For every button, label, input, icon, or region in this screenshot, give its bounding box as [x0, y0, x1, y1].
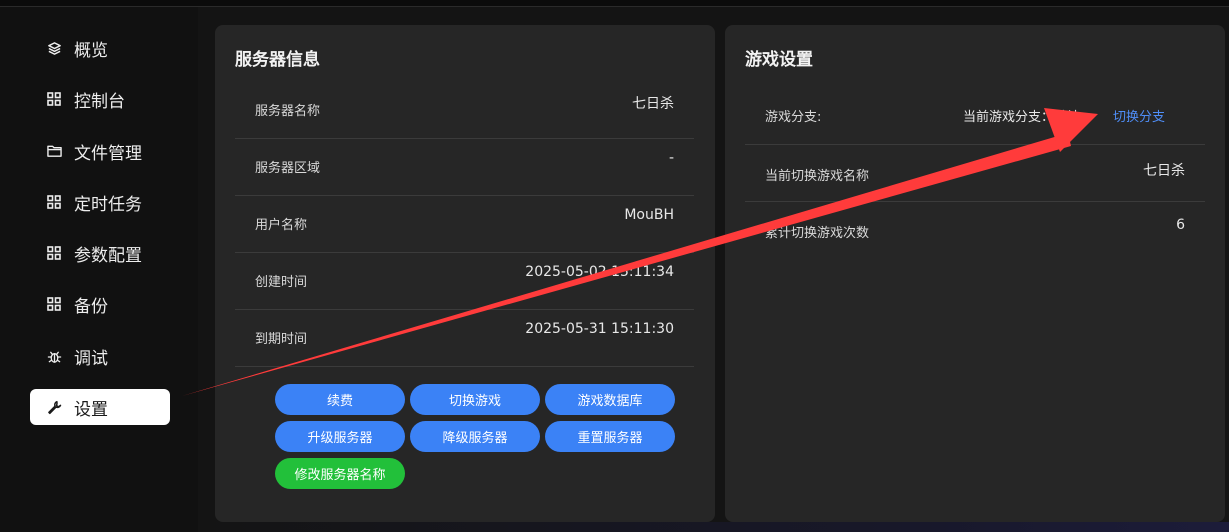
renew-button[interactable]: 续费 — [275, 384, 405, 415]
game-branch-row: 游戏分支: 当前游戏分支：默认 切换分支 — [745, 88, 1205, 145]
game-database-button[interactable]: 游戏数据库 — [545, 384, 675, 415]
info-row-created-time: 创建时间 2025-05-02 15:11:34 — [235, 253, 694, 310]
sidebar-item-overview[interactable]: 概览 — [30, 30, 170, 66]
current-branch-text: 当前游戏分支：默认 — [963, 110, 1081, 125]
rename-server-button[interactable]: 修改服务器名称 — [275, 458, 405, 489]
row-label: 到期时间 — [255, 332, 308, 347]
game-settings-card: 游戏设置 游戏分支: 当前游戏分支：默认 切换分支 当前切换游戏名称 七日杀 累… — [725, 25, 1225, 522]
sidebar-item-parameters[interactable]: 参数配置 — [30, 235, 170, 271]
grid-icon — [46, 296, 62, 312]
top-bar — [0, 0, 1229, 7]
sidebar-item-label: 设置 — [74, 399, 108, 420]
row-value: 6 — [1176, 217, 1185, 233]
upgrade-server-button[interactable]: 升级服务器 — [275, 421, 405, 452]
row-value: 七日杀 — [632, 96, 674, 112]
sidebar-item-file-manager[interactable]: 文件管理 — [30, 133, 170, 169]
switch-game-button[interactable]: 切换游戏 — [410, 384, 540, 415]
sidebar-item-console[interactable]: 控制台 — [30, 81, 170, 117]
folder-icon — [46, 143, 62, 159]
info-row-expire-time: 到期时间 2025-05-31 15:11:30 — [235, 310, 694, 367]
sidebar-item-settings[interactable]: 设置 — [30, 389, 170, 425]
sidebar-item-label: 备份 — [74, 296, 108, 317]
row-label: 游戏分支: — [765, 110, 822, 125]
row-label: 用户名称 — [255, 218, 308, 233]
layers-icon — [46, 40, 62, 56]
sidebar: 概览 控制台 文件管理 定时任务 参数配置 备份 调试 设置 — [0, 7, 198, 532]
server-info-title: 服务器信息 — [235, 50, 320, 70]
wrench-icon — [46, 399, 62, 415]
bug-icon — [46, 348, 62, 364]
downgrade-server-button[interactable]: 降级服务器 — [410, 421, 540, 452]
grid-icon — [46, 245, 62, 261]
sidebar-item-label: 控制台 — [74, 91, 125, 112]
row-value: 七日杀 — [1143, 163, 1185, 179]
grid-icon — [46, 194, 62, 210]
current-game-row: 当前切换游戏名称 七日杀 — [745, 145, 1205, 202]
row-value: 2025-05-02 15:11:34 — [525, 264, 674, 280]
sidebar-item-backup[interactable]: 备份 — [30, 286, 170, 322]
sidebar-item-label: 概览 — [74, 40, 108, 61]
row-value: - — [668, 150, 674, 166]
switch-count-row: 累计切换游戏次数 6 — [745, 202, 1205, 259]
row-value: MouBH — [624, 207, 674, 223]
row-value: 2025-05-31 15:11:30 — [525, 321, 674, 337]
sidebar-item-label: 定时任务 — [74, 194, 142, 215]
bottom-strip — [198, 522, 1229, 532]
sidebar-item-label: 文件管理 — [74, 143, 142, 164]
switch-branch-link[interactable]: 切换分支 — [1113, 106, 1165, 125]
reset-server-button[interactable]: 重置服务器 — [545, 421, 675, 452]
row-label: 服务器名称 — [255, 104, 321, 119]
row-label: 当前切换游戏名称 — [765, 169, 870, 184]
row-label: 服务器区域 — [255, 161, 321, 176]
server-info-card: 服务器信息 服务器名称 七日杀 服务器区域 - 用户名称 MouBH 创建时间 … — [215, 25, 715, 522]
sidebar-item-label: 调试 — [74, 348, 108, 369]
sidebar-item-debug[interactable]: 调试 — [30, 338, 170, 374]
info-row-server-region: 服务器区域 - — [235, 139, 694, 196]
info-row-server-name: 服务器名称 七日杀 — [235, 82, 694, 139]
row-label: 创建时间 — [255, 275, 308, 290]
sidebar-item-label: 参数配置 — [74, 245, 142, 266]
info-row-username: 用户名称 MouBH — [235, 196, 694, 253]
sidebar-item-scheduled-tasks[interactable]: 定时任务 — [30, 184, 170, 220]
grid-icon — [46, 91, 62, 107]
game-settings-title: 游戏设置 — [745, 50, 813, 70]
row-label: 累计切换游戏次数 — [765, 226, 870, 241]
